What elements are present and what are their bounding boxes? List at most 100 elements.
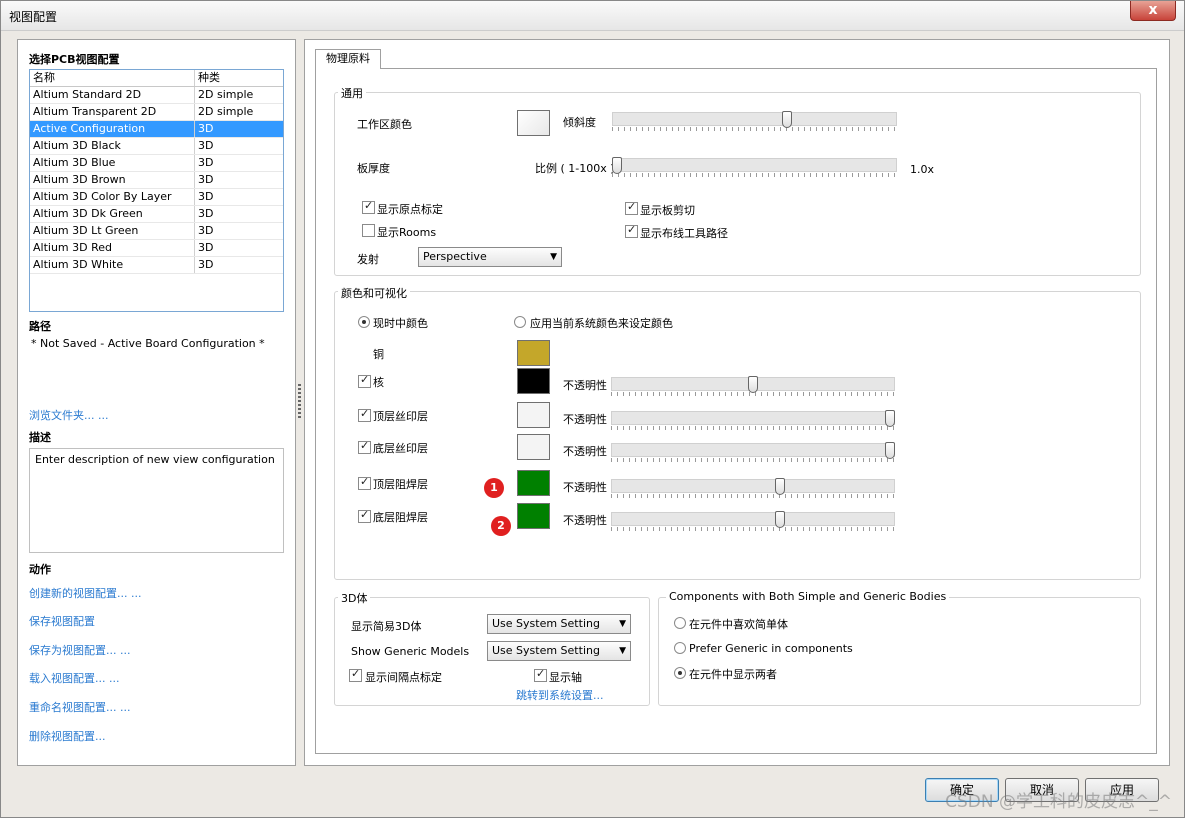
bottom-mask-opacity-thumb[interactable]: [775, 511, 785, 528]
config-row[interactable]: Altium 3D Black 3D: [30, 138, 283, 155]
save-as-config-link[interactable]: 保存为视图配置... ...: [29, 642, 130, 658]
show-both-radio[interactable]: [674, 667, 686, 679]
bottom-mask-label: 底层阻焊层: [373, 511, 428, 524]
generic-models-label: Show Generic Models: [351, 645, 470, 658]
config-row[interactable]: Altium Transparent 2D 2D simple: [30, 104, 283, 121]
prefer-generic-label: Prefer Generic in components: [689, 642, 853, 655]
generic-models-select[interactable]: Use System Setting ▼: [487, 641, 631, 661]
top-silk-opacity-thumb[interactable]: [885, 410, 895, 427]
bottom-silk-color-swatch[interactable]: [517, 434, 550, 460]
prefer-simple-radio[interactable]: [674, 617, 686, 629]
scale-slider[interactable]: [612, 157, 897, 177]
realtime-color-radio[interactable]: [358, 316, 370, 328]
core-opacity-thumb[interactable]: [748, 376, 758, 393]
system-color-radio[interactable]: [514, 316, 526, 328]
show-rooms-label: 显示Rooms: [377, 226, 437, 239]
show-board-cut-checkbox[interactable]: [625, 200, 638, 215]
goto-system-settings-link[interactable]: 跳转到系统设置...: [516, 687, 604, 703]
config-row[interactable]: Altium 3D Blue 3D: [30, 155, 283, 172]
watermark: CSDN @学工科的皮皮志^_^: [945, 792, 1172, 812]
config-list[interactable]: 名称 种类 Altium Standard 2D 2D simple Altium …: [29, 69, 284, 312]
prefer-generic-radio[interactable]: [674, 642, 686, 654]
annotation-badge-2: 2: [491, 516, 511, 536]
bottom-mask-checkbox[interactable]: [358, 508, 371, 523]
show-route-path-checkbox[interactable]: [625, 223, 638, 238]
show-snap-label: 显示间隔点标定: [365, 671, 442, 684]
actions-heading: 动作: [29, 563, 51, 576]
bottom-silk-opacity-thumb[interactable]: [885, 442, 895, 459]
tilt-slider[interactable]: [612, 111, 897, 131]
top-silk-label: 顶层丝印层: [373, 410, 428, 423]
top-mask-color-swatch[interactable]: [517, 470, 550, 496]
config-row[interactable]: Active Configuration 3D: [30, 121, 283, 138]
core-checkbox[interactable]: [358, 373, 371, 388]
bottom-mask-color-swatch[interactable]: [517, 503, 550, 529]
close-button[interactable]: x: [1130, 1, 1176, 21]
body3d-group-title: 3D体: [338, 590, 371, 606]
description-textarea[interactable]: Enter description of new view configurat…: [29, 448, 284, 553]
top-silk-opacity-slider[interactable]: [611, 410, 895, 430]
config-row[interactable]: Altium Standard 2D 2D simple: [30, 87, 283, 104]
board-thickness-label: 板厚度: [357, 162, 390, 175]
bottom-silk-opacity-slider[interactable]: [611, 442, 895, 462]
core-opacity-slider[interactable]: [611, 376, 895, 396]
top-mask-checkbox[interactable]: [358, 475, 371, 490]
save-config-link[interactable]: 保存视图配置: [29, 613, 95, 629]
col-header-name[interactable]: 名称: [30, 70, 195, 86]
core-color-swatch[interactable]: [517, 368, 550, 394]
config-kind: 2D simple: [198, 105, 254, 118]
config-name: Altium Transparent 2D: [30, 104, 195, 120]
show-origin-checkbox[interactable]: [362, 199, 375, 214]
config-kind: 2D simple: [198, 88, 254, 101]
top-silk-opacity-label: 不透明性: [563, 413, 607, 426]
config-row[interactable]: Altium 3D White 3D: [30, 257, 283, 274]
show-axis-checkbox[interactable]: [534, 667, 547, 682]
config-name: Altium 3D Dk Green: [30, 206, 195, 222]
tilt-slider-thumb[interactable]: [782, 111, 792, 128]
create-config-link[interactable]: 创建新的视图配置... ...: [29, 585, 141, 601]
top-mask-opacity-thumb[interactable]: [775, 478, 785, 495]
general-group-title: 通用: [338, 85, 366, 101]
browse-folder-link[interactable]: 浏览文件夹... ...: [29, 407, 108, 423]
config-kind: 3D: [198, 122, 214, 135]
tab-physical-materials[interactable]: 物理原料: [315, 49, 381, 69]
show-snap-checkbox[interactable]: [349, 667, 362, 682]
config-row[interactable]: Altium 3D Red 3D: [30, 240, 283, 257]
path-value: * Not Saved - Active Board Configuration…: [31, 337, 265, 350]
delete-config-link[interactable]: 删除视图配置...: [29, 728, 106, 744]
bottom-mask-opacity-slider[interactable]: [611, 511, 895, 531]
copper-color-swatch[interactable]: [517, 340, 550, 366]
top-silk-checkbox[interactable]: [358, 407, 371, 422]
annotation-badge-1: 1: [484, 478, 504, 498]
scale-slider-thumb[interactable]: [612, 157, 622, 174]
config-name: Altium 3D Lt Green: [30, 223, 195, 239]
generic-models-select-value: Use System Setting: [492, 644, 600, 657]
config-row[interactable]: Altium 3D Color By Layer 3D: [30, 189, 283, 206]
config-name: Altium 3D Brown: [30, 172, 195, 188]
simple-3d-select[interactable]: Use System Setting ▼: [487, 614, 631, 634]
config-row[interactable]: Altium 3D Dk Green 3D: [30, 206, 283, 223]
col-header-kind[interactable]: 种类: [195, 70, 283, 86]
config-name: Altium 3D Black: [30, 138, 195, 154]
config-name: Altium Standard 2D: [30, 87, 195, 103]
config-row[interactable]: Altium 3D Brown 3D: [30, 172, 283, 189]
core-opacity-label: 不透明性: [563, 379, 607, 392]
workspace-color-swatch[interactable]: [517, 110, 550, 136]
colors-group: [334, 291, 1141, 580]
top-silk-color-swatch[interactable]: [517, 402, 550, 428]
tilt-label: 倾斜度: [563, 116, 596, 129]
title-bar: 视图配置 x: [1, 1, 1184, 31]
bottom-silk-checkbox[interactable]: [358, 439, 371, 454]
config-name: Altium 3D Blue: [30, 155, 195, 171]
projection-select[interactable]: Perspective ▼: [418, 247, 562, 267]
config-kind: 3D: [198, 139, 214, 152]
show-rooms-checkbox[interactable]: [362, 224, 375, 237]
show-board-cut-label: 显示板剪切: [640, 204, 695, 217]
splitter-handle[interactable]: [298, 384, 301, 418]
bottom-silk-opacity-label: 不透明性: [563, 445, 607, 458]
load-config-link[interactable]: 载入视图配置... ...: [29, 670, 119, 686]
show-route-path-label: 显示布线工具路径: [640, 227, 728, 240]
rename-config-link[interactable]: 重命名视图配置... ...: [29, 699, 130, 715]
top-mask-opacity-slider[interactable]: [611, 478, 895, 498]
config-row[interactable]: Altium 3D Lt Green 3D: [30, 223, 283, 240]
